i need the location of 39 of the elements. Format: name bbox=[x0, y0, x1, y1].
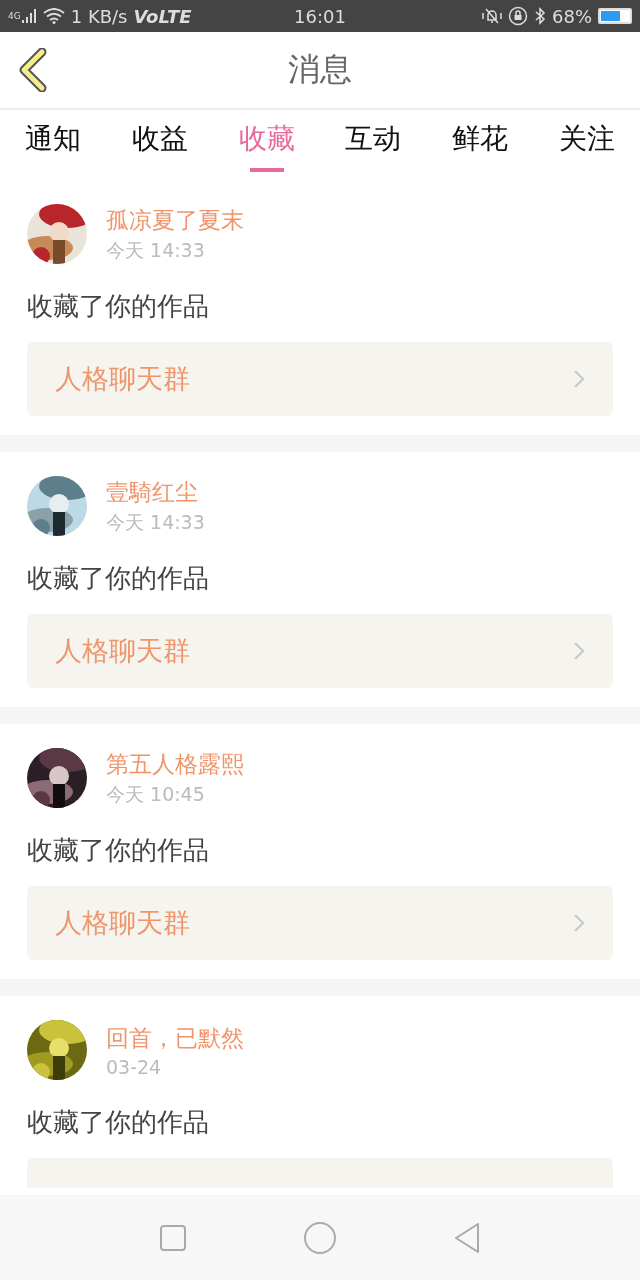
network-speed: 1 KB/s bbox=[70, 5, 128, 27]
volte-label: VoLTE bbox=[133, 5, 192, 27]
chevron-right-icon bbox=[573, 641, 585, 661]
work-link[interactable]: 人格聊天群 bbox=[27, 886, 613, 960]
work-link[interactable]: 人格聊天群 bbox=[27, 342, 613, 416]
message-text: 收藏了你的作品 bbox=[27, 1106, 210, 1139]
tab[interactable]: 收益 bbox=[106, 110, 214, 172]
clock: 16:01 bbox=[294, 5, 346, 27]
user-name[interactable]: 回首，已默然 bbox=[106, 1022, 244, 1054]
timestamp: 今天 14:33 bbox=[106, 237, 206, 263]
chevron-right-icon bbox=[573, 369, 585, 389]
back-nav-icon[interactable] bbox=[453, 1221, 482, 1254]
battery-percent: 68% bbox=[552, 5, 592, 27]
tab[interactable]: 通知 bbox=[0, 110, 107, 172]
tab[interactable]: 鲜花 bbox=[426, 110, 534, 172]
timestamp: 今天 10:45 bbox=[106, 781, 206, 807]
tab[interactable]: 互动 bbox=[320, 110, 427, 172]
network-label: 4G bbox=[8, 10, 21, 21]
chevron-right-icon bbox=[573, 913, 585, 933]
bluetooth-icon bbox=[534, 7, 546, 25]
signal-icon bbox=[20, 8, 37, 24]
message-text: 收藏了你的作品 bbox=[27, 834, 210, 867]
user-name[interactable]: 壹騎红尘 bbox=[106, 476, 205, 508]
battery-icon bbox=[598, 8, 632, 24]
recent-apps-icon[interactable] bbox=[158, 1223, 187, 1252]
message-text: 收藏了你的作品 bbox=[27, 290, 210, 323]
user-name[interactable]: 第五人格露熙 bbox=[106, 748, 244, 780]
wifi-icon bbox=[42, 8, 65, 24]
tab[interactable]: 收藏 bbox=[213, 110, 320, 172]
user-name[interactable]: 孤凉夏了夏末 bbox=[106, 204, 244, 236]
timestamp: 今天 14:33 bbox=[106, 509, 205, 535]
timestamp: 03-24 bbox=[106, 1055, 163, 1078]
message-text: 收藏了你的作品 bbox=[27, 562, 210, 595]
tab[interactable]: 关注 bbox=[533, 110, 640, 172]
work-link[interactable]: 人格聊天群 bbox=[27, 614, 613, 688]
home-icon[interactable] bbox=[304, 1221, 336, 1254]
rotation-lock-icon bbox=[508, 6, 528, 26]
page-title: 消息 bbox=[288, 49, 352, 90]
muted-bell-icon bbox=[482, 7, 502, 25]
